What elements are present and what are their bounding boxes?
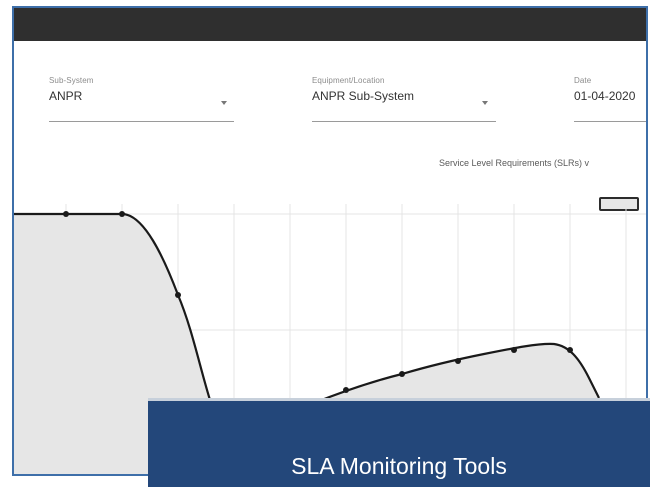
- banner-title: SLA Monitoring Tools: [291, 453, 507, 479]
- chart-point: [63, 211, 69, 217]
- chart-point: [343, 387, 349, 393]
- chart-point: [511, 347, 517, 353]
- chart-point: [567, 347, 573, 353]
- chart-point: [119, 211, 125, 217]
- chart-point: [399, 371, 405, 377]
- chart-area-right: [314, 343, 599, 403]
- chart-point: [175, 292, 181, 298]
- chart-point: [455, 358, 461, 364]
- title-banner: SLA Monitoring Tools: [148, 398, 650, 487]
